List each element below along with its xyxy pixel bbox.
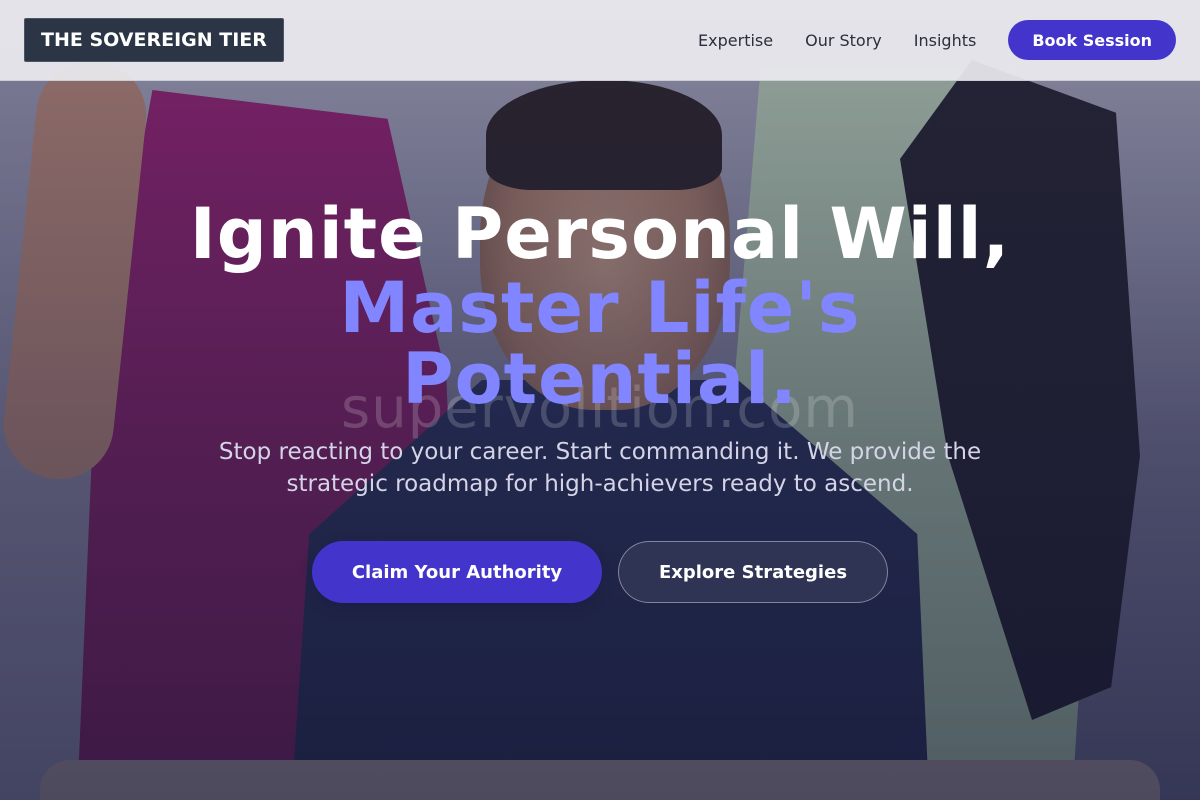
claim-authority-button[interactable]: Claim Your Authority [312,541,602,603]
brand-logo[interactable]: THE SOVEREIGN TIER [24,18,284,62]
hero-subtext: Stop reacting to your career. Start comm… [218,439,982,497]
hero-section: Ignite Personal Will, supervolition.com … [0,0,1200,800]
main-nav: Expertise Our Story Insights Book Sessio… [698,20,1176,60]
hero-headline-line-1: Ignite Personal Will, [189,193,1011,275]
nav-link-expertise[interactable]: Expertise [698,31,773,50]
hero-headline-line-3: Potential. [402,338,798,420]
book-session-button[interactable]: Book Session [1008,20,1176,60]
nav-link-insights[interactable]: Insights [914,31,977,50]
nav-link-our-story[interactable]: Our Story [805,31,882,50]
top-navbar: THE SOVEREIGN TIER Expertise Our Story I… [0,0,1200,81]
hero-headline-line-2: Master Life's [339,267,861,349]
explore-strategies-button[interactable]: Explore Strategies [618,541,888,603]
